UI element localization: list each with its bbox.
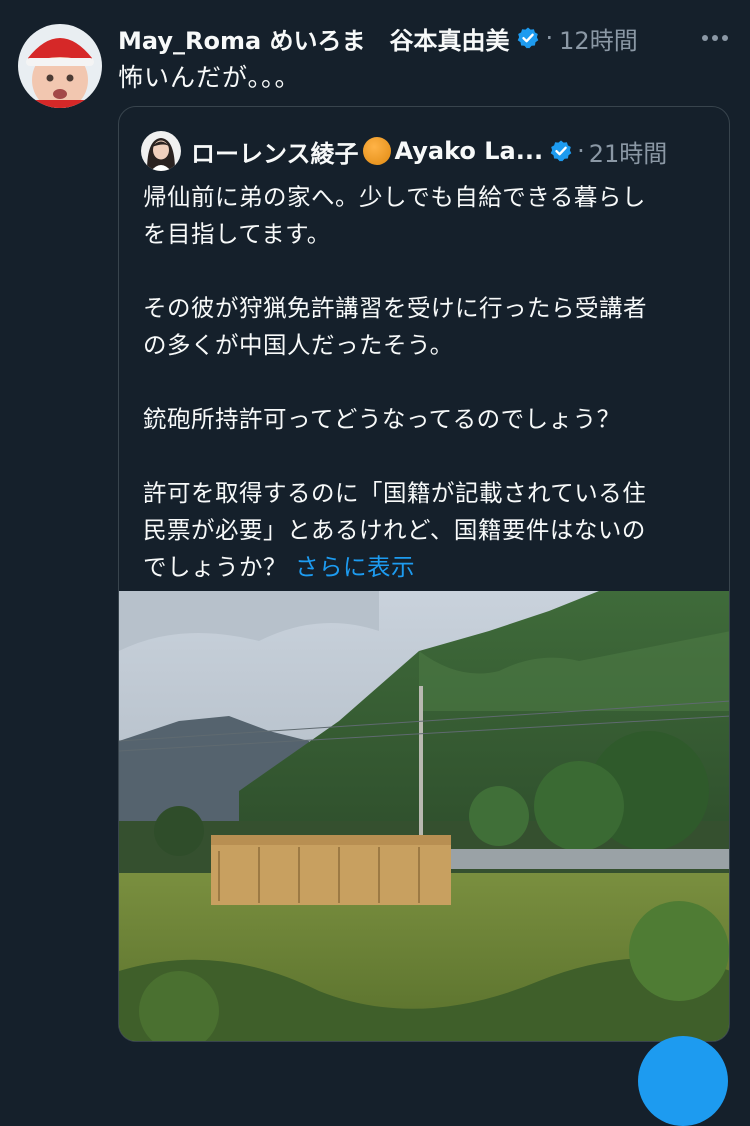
more-options-icon[interactable]	[698, 21, 732, 55]
quoted-paragraph: その彼が狩猟免許講習を受けに行ったら受講者 の多くが中国人だったそう。	[143, 294, 647, 359]
orange-circle-emoji-icon	[362, 137, 391, 165]
woman-avatar-icon	[141, 131, 181, 171]
tweet-header: May_Roma めいろま 谷本真由美 · 12時間	[118, 18, 732, 58]
show-more-link[interactable]: さらに表示	[295, 553, 415, 581]
tweet-text: 怖いんだが。。。	[118, 63, 301, 92]
quoted-display-name[interactable]: ローレンス綾子	[191, 134, 359, 169]
compose-button[interactable]	[638, 1036, 728, 1126]
quoted-tweet-card[interactable]: ローレンス綾子 Ayako La... · 21時間 帰仙前に弟の家へ。少しでも…	[118, 106, 730, 1042]
quoted-timestamp[interactable]: 21時間	[589, 134, 668, 169]
quoted-paragraph: 帰仙前に弟の家へ。少しでも自給できる暮らし を目指してます。	[143, 183, 646, 248]
quoted-tweet-text: 帰仙前に弟の家へ。少しでも自給できる暮らし を目指してます。 その彼が狩猟免許講…	[143, 179, 703, 586]
quoted-tweet-header: ローレンス綾子 Ayako La... · 21時間	[141, 129, 709, 173]
display-name[interactable]: May_Roma めいろま 谷本真由美	[118, 21, 510, 56]
quoted-paragraph: 銃砲所持許可ってどうなってるのでしょう？	[143, 405, 621, 433]
verified-badge-icon	[516, 26, 540, 50]
quoted-user-avatar[interactable]	[141, 131, 181, 171]
quoted-separator-dot: ·	[577, 137, 585, 165]
separator-dot: ·	[545, 24, 554, 52]
baby-avatar-icon	[18, 24, 102, 108]
landscape-photo[interactable]	[119, 591, 730, 1042]
quoted-display-name-suffix[interactable]: Ayako La...	[395, 137, 544, 165]
verified-badge-icon	[549, 139, 573, 163]
quoted-paragraph: 許可を取得するのに「国籍が記載されている住 民票が必要」とあるけれど、国籍要件は…	[143, 475, 703, 586]
timestamp[interactable]: 12時間	[559, 21, 638, 56]
user-avatar[interactable]	[18, 24, 102, 108]
